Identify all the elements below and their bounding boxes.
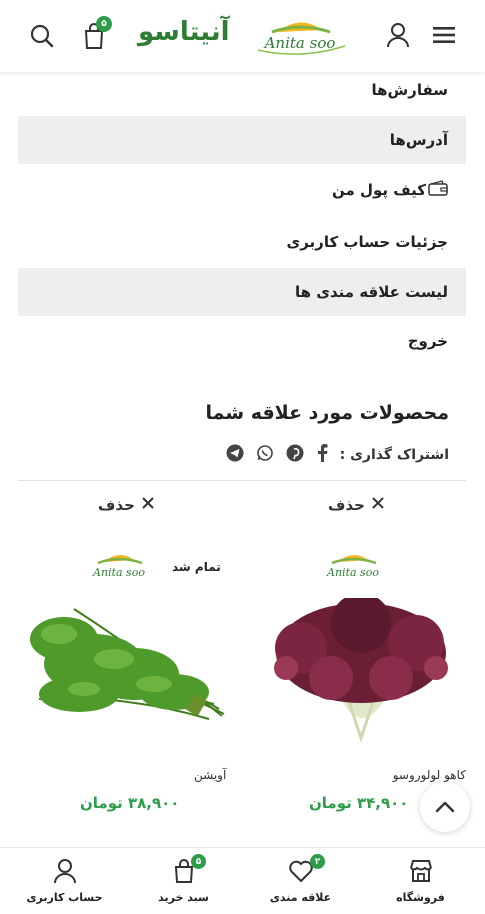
share-row: اشتراک گذاری : [226, 444, 449, 466]
nav-label: حساب کاربری [26, 891, 103, 904]
remove-button[interactable]: حذف [98, 496, 155, 514]
nav-item-account[interactable]: حساب کاربری [4, 848, 125, 914]
wishlist-title: محصولات مورد علاقه شما [205, 402, 449, 424]
brand-logo[interactable]: Anita soo [250, 10, 350, 60]
wishlist-product-card: حذف Anita soo کاهو لولوروسو ۳۴,۹۰۰ تومان [252, 480, 476, 820]
wallet-icon [428, 167, 448, 215]
product-logo: Anita soo [84, 546, 154, 586]
menu-item-label: لیست علاقه مندی ها [295, 283, 448, 301]
nav-item-shop[interactable]: فروشگاه [360, 848, 481, 914]
wishlist-count-badge: ۲ [310, 854, 325, 869]
menu-item-wishlist[interactable]: لیست علاقه مندی ها [18, 268, 466, 316]
product-image[interactable] [24, 604, 234, 734]
brand-name[interactable]: آنیتاسو [138, 17, 230, 47]
cart-button[interactable]: ۵ [78, 16, 112, 52]
sold-out-label: تمام شد [172, 560, 221, 574]
remove-label: حذف [98, 496, 135, 514]
product-price: ۳۸,۹۰۰ تومان [80, 794, 180, 812]
menu-item-label: آدرس‌ها [389, 131, 448, 149]
menu-item-label: خروج [407, 332, 448, 350]
product-logo: Anita soo [318, 546, 388, 586]
user-icon[interactable] [384, 21, 412, 49]
product-image[interactable] [266, 593, 456, 748]
menu-item-label: جزئیات حساب کاربری [286, 233, 448, 251]
menu-item-addresses[interactable]: آدرس‌ها [18, 116, 466, 164]
svg-text:Anita soo: Anita soo [263, 34, 336, 52]
site-header: ۵ آنیتاسو Anita soo [0, 0, 485, 72]
nav-label: فروشگاه [396, 891, 445, 904]
search-icon[interactable] [28, 22, 56, 50]
chevron-up-icon [435, 801, 455, 813]
bottom-navigation: فروشگاه ۲ علاقه مندی ۵ سبد خرید حساب کار… [0, 847, 485, 914]
user-icon [52, 858, 78, 884]
nav-label: سبد خرید [158, 891, 209, 904]
facebook-icon[interactable] [316, 444, 328, 466]
menu-item-label: کیف پول من [332, 181, 426, 199]
cart-count-badge: ۵ [191, 854, 206, 869]
menu-item-logout[interactable]: خروج [18, 317, 466, 365]
cart-count-badge: ۵ [96, 16, 112, 32]
pinterest-icon[interactable] [286, 444, 304, 466]
nav-item-cart[interactable]: ۵ سبد خرید [123, 848, 244, 914]
close-icon [371, 496, 385, 514]
telegram-icon[interactable] [226, 444, 244, 466]
store-icon [408, 858, 434, 884]
menu-item-wallet[interactable]: کیف پول من [18, 166, 466, 214]
scroll-to-top-button[interactable] [420, 782, 470, 832]
share-label: اشتراک گذاری : [339, 447, 449, 463]
svg-text:Anita soo: Anita soo [92, 566, 145, 579]
menu-item-orders[interactable]: سفارش‌ها [18, 66, 466, 114]
remove-button[interactable]: حذف [328, 496, 385, 514]
product-name[interactable]: آویشن [194, 768, 226, 782]
nav-label: علاقه مندی [269, 891, 332, 904]
svg-text:Anita soo: Anita soo [326, 566, 379, 579]
menu-item-label: سفارش‌ها [371, 81, 448, 99]
nav-item-wishlist[interactable]: ۲ علاقه مندی [240, 848, 361, 914]
whatsapp-icon[interactable] [256, 444, 274, 466]
remove-label: حذف [328, 496, 365, 514]
menu-item-account-details[interactable]: جزئیات حساب کاربری [18, 218, 466, 266]
product-name[interactable]: کاهو لولوروسو [393, 768, 466, 782]
close-icon [141, 496, 155, 514]
hamburger-menu-icon[interactable] [431, 22, 457, 48]
product-price: ۳۴,۹۰۰ تومان [309, 794, 409, 812]
wishlist-product-card: حذف تمام شد Anita soo آویشن ۳۸,۹۰۰ تومان [18, 480, 242, 820]
